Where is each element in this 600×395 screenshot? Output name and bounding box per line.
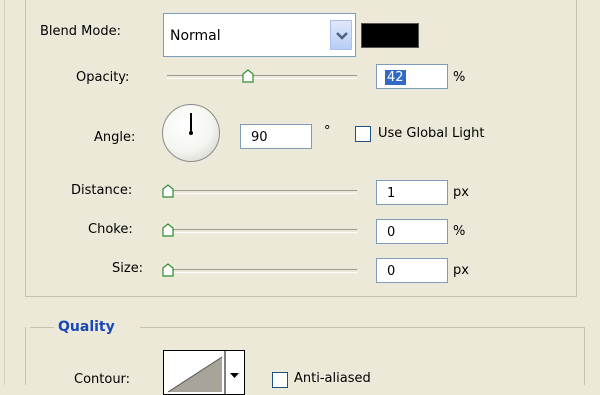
contour-preview-icon [167, 351, 244, 394]
anti-aliased-label: Anti-aliased [294, 371, 371, 386]
size-value: 0 [387, 264, 396, 279]
opacity-label: Opacity: [76, 70, 130, 85]
angle-input[interactable]: 90 [240, 124, 312, 149]
quality-group-rule-left [30, 327, 54, 328]
size-slider-track[interactable] [167, 269, 357, 273]
size-input[interactable]: 0 [376, 258, 448, 283]
opacity-slider-track[interactable] [167, 75, 357, 79]
blend-mode-value: Normal [170, 28, 221, 44]
opacity-value: 42 [385, 70, 406, 85]
distance-input[interactable]: 1 [376, 180, 448, 205]
angle-dial[interactable] [162, 104, 220, 162]
size-unit: px [453, 263, 469, 278]
choke-value: 0 [387, 225, 396, 240]
choke-unit: % [453, 224, 466, 239]
angle-label: Angle: [94, 130, 136, 145]
size-slider-thumb[interactable] [162, 263, 174, 277]
opacity-input[interactable]: 42 [376, 64, 448, 89]
distance-slider-track[interactable] [167, 190, 357, 194]
quality-group-left-border [25, 327, 26, 385]
blend-color-swatch[interactable] [361, 23, 419, 48]
anti-aliased-checkbox[interactable] [272, 372, 288, 388]
use-global-light-label: Use Global Light [378, 126, 485, 141]
blend-mode-dropdown-button[interactable] [330, 20, 352, 50]
quality-group-right-border [584, 327, 585, 385]
angle-value: 90 [251, 130, 268, 145]
distance-label: Distance: [71, 183, 133, 198]
use-global-light-checkbox[interactable] [355, 126, 371, 142]
blend-mode-select[interactable]: Normal [163, 13, 356, 57]
size-label: Size: [112, 261, 144, 276]
angle-degree-unit: ° [324, 124, 331, 139]
choke-input[interactable]: 0 [376, 219, 448, 244]
distance-value: 1 [387, 186, 396, 201]
chevron-down-icon [336, 32, 348, 40]
angle-dial-icon [189, 113, 193, 135]
distance-slider-thumb[interactable] [162, 184, 174, 198]
panel-edge-left [4, 0, 5, 385]
choke-slider-track[interactable] [167, 229, 357, 233]
blend-mode-label: Blend Mode: [40, 24, 121, 39]
choke-slider-thumb[interactable] [162, 223, 174, 237]
distance-unit: px [453, 185, 469, 200]
quality-group-rule-right [140, 327, 584, 328]
quality-group-title: Quality [58, 319, 115, 335]
contour-picker[interactable] [163, 350, 245, 395]
opacity-unit: % [453, 70, 466, 85]
choke-label: Choke: [88, 222, 133, 237]
opacity-slider-thumb[interactable] [242, 69, 254, 83]
